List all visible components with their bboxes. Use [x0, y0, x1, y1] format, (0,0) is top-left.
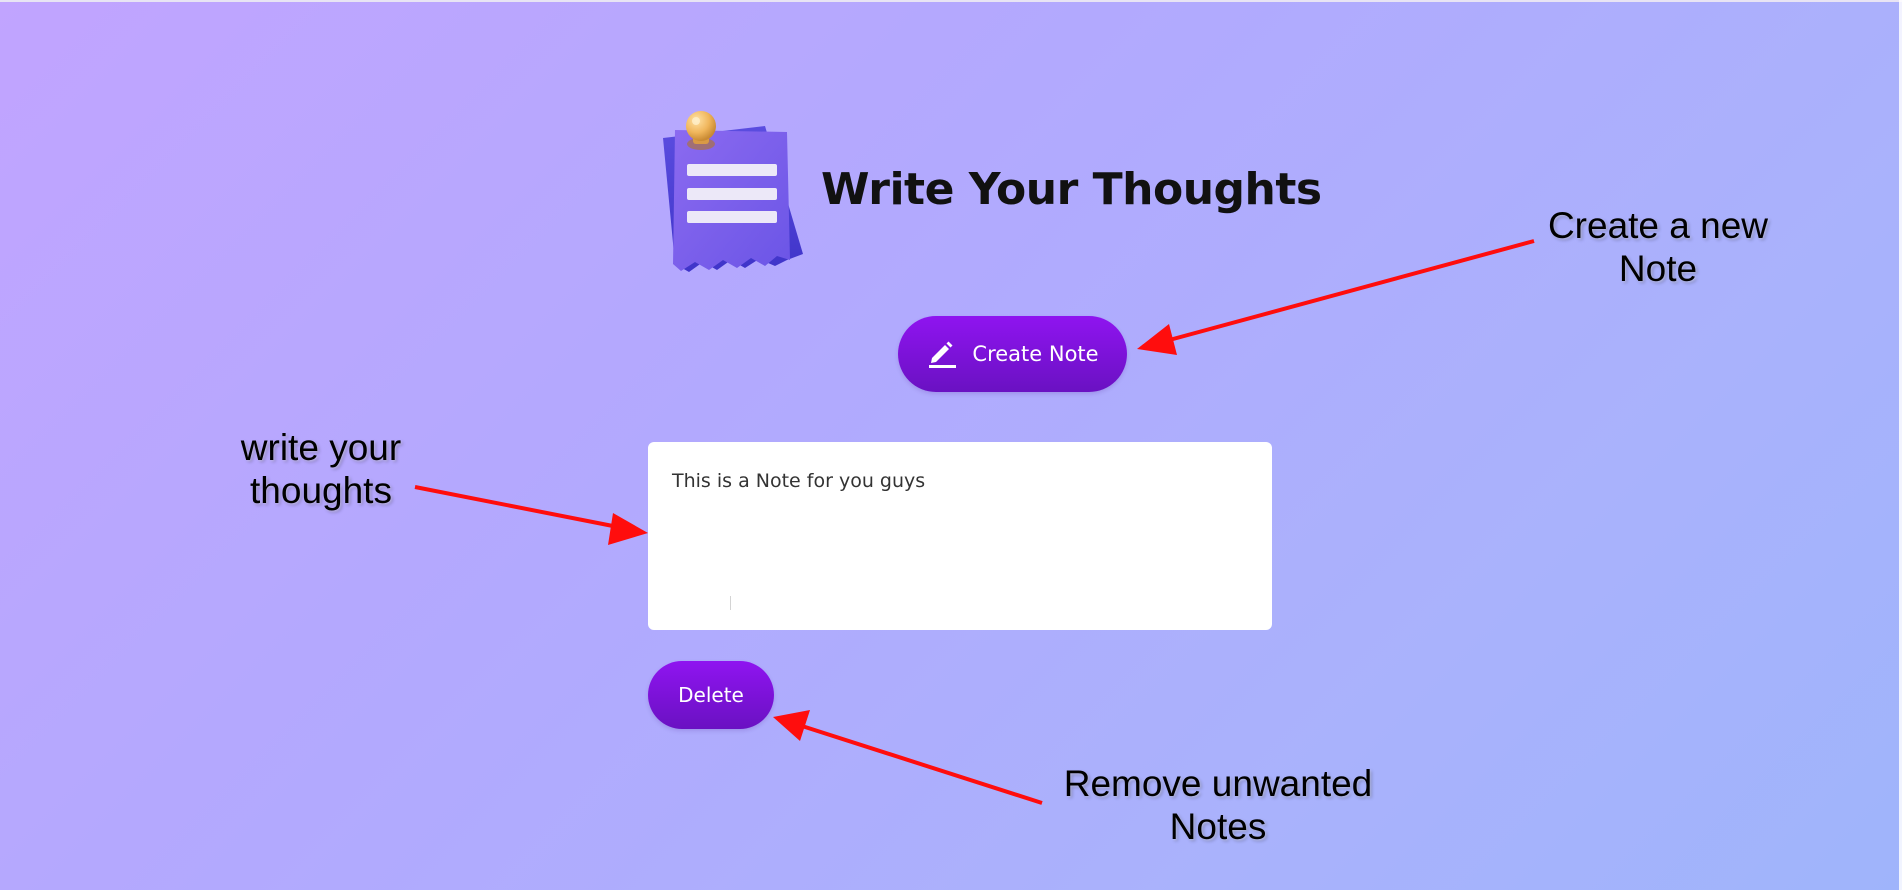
annotation-write-line1: write your — [240, 427, 402, 468]
annotation-create-note: Create a new Note — [1500, 204, 1816, 290]
app-header: Write Your Thoughts — [655, 108, 1322, 283]
annotation-remove-line2: Notes — [1169, 806, 1267, 847]
app-page: Write Your Thoughts Create Note This is … — [0, 0, 1902, 890]
annotation-write-thoughts: write your thoughts — [190, 426, 452, 512]
annotation-create-line1: Create a new — [1547, 205, 1769, 246]
delete-note-button[interactable]: Delete — [648, 661, 774, 729]
create-note-button[interactable]: Create Note — [898, 316, 1127, 392]
text-cursor — [730, 596, 731, 610]
annotation-create-line2: Note — [1618, 248, 1698, 289]
note-textarea[interactable]: This is a Note for you guys — [672, 470, 1248, 492]
annotation-remove-line1: Remove unwanted — [1063, 763, 1373, 804]
pencil-icon — [929, 341, 957, 368]
arrow-to-delete-button — [773, 710, 1043, 805]
page-title: Write Your Thoughts — [821, 164, 1322, 215]
note-card[interactable]: This is a Note for you guys — [648, 442, 1272, 630]
browser-top-border — [0, 0, 1902, 2]
annotation-write-line2: thoughts — [250, 470, 392, 511]
create-note-label: Create Note — [972, 342, 1099, 366]
note-pin-icon — [663, 111, 803, 272]
annotation-remove-notes: Remove unwanted Notes — [1030, 762, 1406, 848]
